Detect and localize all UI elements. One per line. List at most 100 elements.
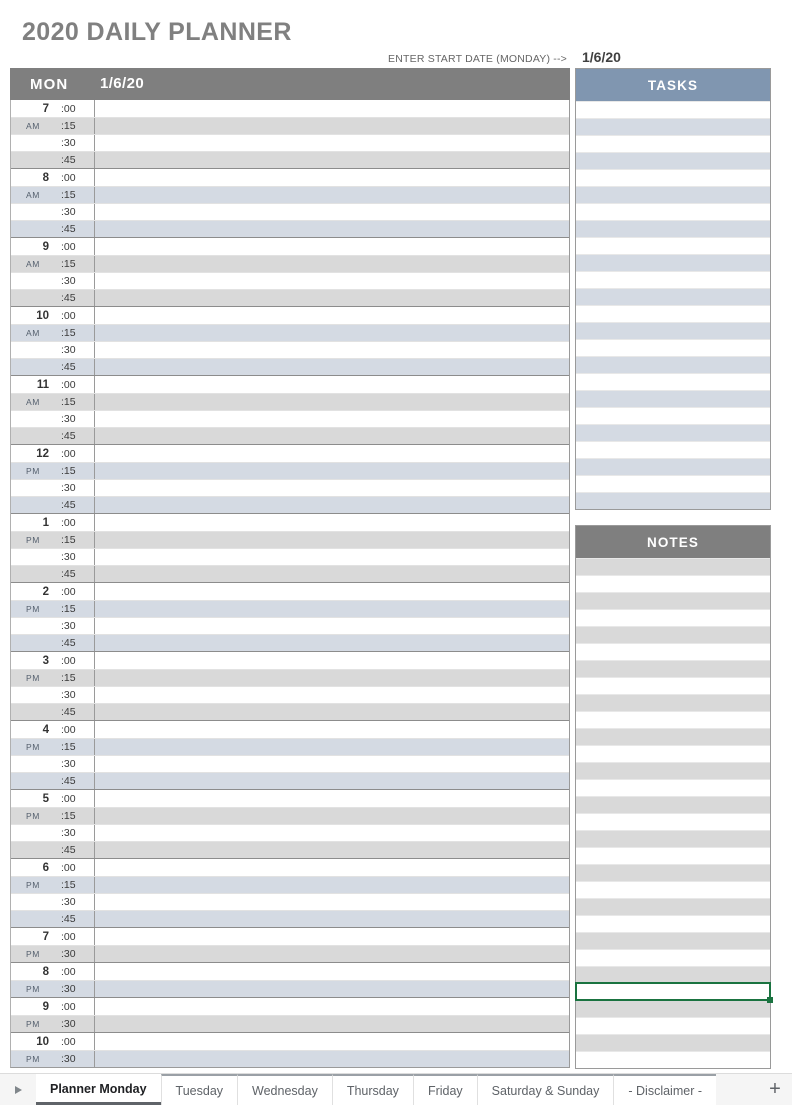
task-row[interactable]: [576, 339, 770, 356]
start-date-input-value[interactable]: 1/6/20: [582, 49, 621, 65]
appointment-entry-cell[interactable]: [95, 1016, 569, 1032]
appointment-entry-cell[interactable]: [95, 825, 569, 841]
task-row[interactable]: [576, 152, 770, 169]
note-row[interactable]: [576, 830, 770, 847]
time-slot-row[interactable]: :30: [11, 686, 569, 703]
appointment-entry-cell[interactable]: [95, 566, 569, 582]
time-slot-row[interactable]: 9:00: [11, 998, 569, 1015]
time-slot-row[interactable]: 6:00: [11, 859, 569, 876]
time-slot-row[interactable]: 10:00: [11, 1033, 569, 1050]
appointment-entry-cell[interactable]: [95, 325, 569, 341]
time-slot-row[interactable]: :45: [11, 427, 569, 444]
time-slot-row[interactable]: 5:00: [11, 790, 569, 807]
appointment-entry-cell[interactable]: [95, 618, 569, 634]
appointment-entry-cell[interactable]: [95, 221, 569, 237]
appointment-entry-cell[interactable]: [95, 187, 569, 203]
note-row[interactable]: [576, 966, 770, 983]
appointment-entry-cell[interactable]: [95, 411, 569, 427]
time-slot-row[interactable]: 2:00: [11, 583, 569, 600]
time-slot-row[interactable]: :45: [11, 910, 569, 927]
note-row[interactable]: [575, 982, 773, 1003]
note-row[interactable]: [576, 626, 770, 643]
note-row[interactable]: [576, 796, 770, 813]
appointment-entry-cell[interactable]: [95, 1051, 569, 1067]
time-slot-row[interactable]: AM:15: [11, 324, 569, 341]
add-sheet-button[interactable]: +: [758, 1074, 792, 1105]
appointment-entry-cell[interactable]: [95, 256, 569, 272]
task-row[interactable]: [576, 458, 770, 475]
appointment-entry-cell[interactable]: [95, 169, 569, 186]
task-row[interactable]: [576, 169, 770, 186]
time-slot-row[interactable]: :30: [11, 479, 569, 496]
time-slot-row[interactable]: :30: [11, 341, 569, 358]
time-slot-row[interactable]: 8:00: [11, 963, 569, 980]
time-slot-row[interactable]: PM:15: [11, 738, 569, 755]
appointment-entry-cell[interactable]: [95, 514, 569, 531]
note-row[interactable]: [576, 694, 770, 711]
appointment-entry-cell[interactable]: [95, 549, 569, 565]
selection-fill-handle[interactable]: [767, 997, 773, 1003]
appointment-entry-cell[interactable]: [95, 911, 569, 927]
time-slot-row[interactable]: :30: [11, 824, 569, 841]
time-slot-row[interactable]: AM:15: [11, 255, 569, 272]
time-slot-row[interactable]: :45: [11, 151, 569, 168]
time-slot-row[interactable]: :30: [11, 134, 569, 151]
sheet-tab[interactable]: Planner Monday: [36, 1074, 161, 1105]
appointment-entry-cell[interactable]: [95, 946, 569, 962]
sheet-tab[interactable]: Saturday & Sunday: [476, 1074, 614, 1105]
appointment-entry-cell[interactable]: [95, 894, 569, 910]
appointment-entry-cell[interactable]: [95, 273, 569, 289]
note-row[interactable]: [576, 575, 770, 592]
time-slot-row[interactable]: :45: [11, 496, 569, 513]
note-row[interactable]: [576, 932, 770, 949]
task-row[interactable]: [576, 135, 770, 152]
time-slot-row[interactable]: :30: [11, 755, 569, 772]
task-row[interactable]: [576, 373, 770, 390]
note-row[interactable]: [576, 643, 770, 660]
appointment-entry-cell[interactable]: [95, 583, 569, 600]
time-slot-row[interactable]: PM:15: [11, 462, 569, 479]
task-row[interactable]: [576, 407, 770, 424]
note-row[interactable]: [576, 711, 770, 728]
task-row[interactable]: [576, 101, 770, 118]
task-row[interactable]: [576, 492, 770, 509]
time-slot-row[interactable]: :30: [11, 548, 569, 565]
appointment-entry-cell[interactable]: [95, 652, 569, 669]
sheet-tab[interactable]: Tuesday: [160, 1074, 238, 1105]
appointment-entry-cell[interactable]: [95, 670, 569, 686]
task-row[interactable]: [576, 475, 770, 492]
time-slot-row[interactable]: PM:15: [11, 807, 569, 824]
sheet-tab[interactable]: Thursday: [331, 1074, 413, 1105]
time-slot-row[interactable]: :30: [11, 272, 569, 289]
note-row[interactable]: [576, 762, 770, 779]
note-row[interactable]: [576, 728, 770, 745]
note-row[interactable]: [576, 949, 770, 966]
time-slot-row[interactable]: 7:00: [11, 928, 569, 945]
task-row[interactable]: [576, 322, 770, 339]
note-row[interactable]: [576, 558, 770, 575]
appointment-entry-cell[interactable]: [95, 859, 569, 876]
appointment-entry-cell[interactable]: [95, 204, 569, 220]
appointment-entry-cell[interactable]: [95, 152, 569, 168]
appointment-entry-cell[interactable]: [95, 704, 569, 720]
appointment-entry-cell[interactable]: [95, 1033, 569, 1050]
appointment-entry-cell[interactable]: [95, 687, 569, 703]
time-slot-row[interactable]: :45: [11, 358, 569, 375]
note-row[interactable]: [576, 677, 770, 694]
note-row[interactable]: [576, 813, 770, 830]
note-row[interactable]: [576, 1051, 770, 1068]
note-row[interactable]: [576, 779, 770, 796]
time-slot-row[interactable]: PM:15: [11, 531, 569, 548]
appointment-entry-cell[interactable]: [95, 359, 569, 375]
appointment-entry-cell[interactable]: [95, 342, 569, 358]
time-slot-row[interactable]: 8:00: [11, 169, 569, 186]
appointment-entry-cell[interactable]: [95, 376, 569, 393]
time-slot-row[interactable]: PM:15: [11, 876, 569, 893]
appointment-entry-cell[interactable]: [95, 307, 569, 324]
task-row[interactable]: [576, 356, 770, 373]
appointment-entry-cell[interactable]: [95, 981, 569, 997]
note-row[interactable]: [576, 592, 770, 609]
task-row[interactable]: [576, 390, 770, 407]
time-slot-row[interactable]: :45: [11, 634, 569, 651]
time-slot-row[interactable]: 4:00: [11, 721, 569, 738]
